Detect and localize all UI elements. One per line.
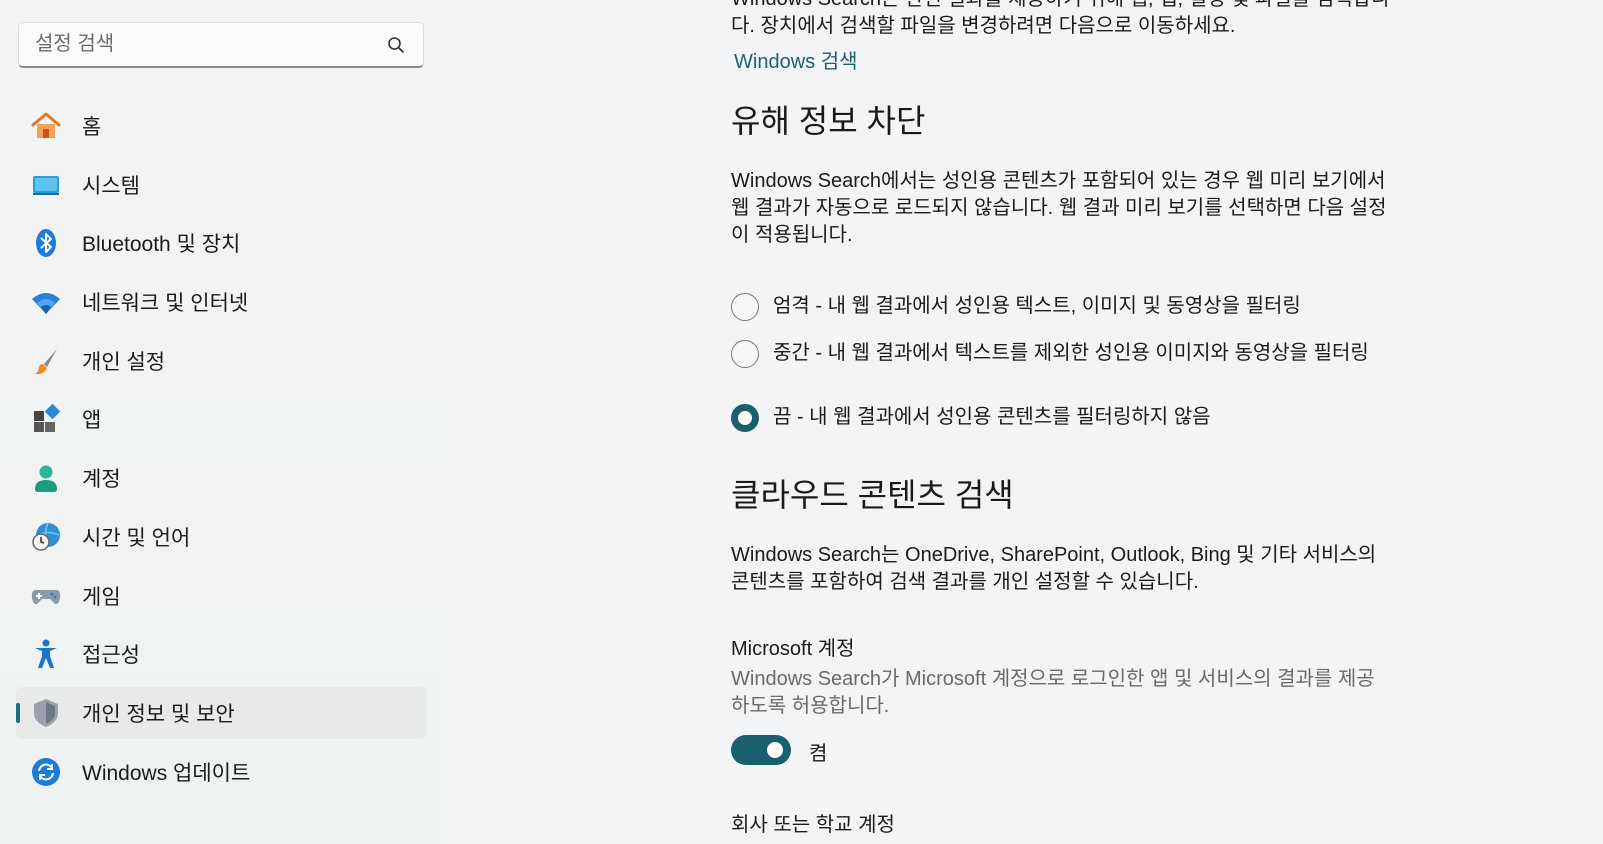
update-icon: [30, 756, 62, 788]
sidebar-item-home[interactable]: 홈: [16, 100, 427, 152]
search-input[interactable]: [19, 32, 383, 57]
safe-search-heading: 유해 정보 차단: [731, 103, 926, 139]
search-icon[interactable]: [383, 32, 409, 58]
account-icon: [30, 462, 62, 494]
toggle-state-label: 켬: [809, 743, 828, 765]
nav-list: 홈 시스템 Bluetooth 및 장치 네트워크 및 인터넷 개인 설정 앱 …: [16, 100, 427, 804]
safe-search-description: Windows Search에서는 성인용 콘텐츠가 포함되어 있는 경우 웹 …: [731, 170, 1387, 246]
sidebar-item-label: 접근성: [82, 644, 140, 668]
sidebar-item-label: 네트워크 및 인터넷: [82, 292, 249, 316]
cloud-search-heading: 클라우드 콘텐츠 검색: [731, 477, 1014, 513]
wifi-icon: [30, 286, 62, 318]
sidebar-item-label: Windows 업데이트: [82, 761, 251, 785]
work-account-title: 회사 또는 학교 계정: [731, 814, 895, 836]
accessibility-icon: [30, 638, 62, 670]
radio-off[interactable]: 끔 - 내 웹 결과에서 성인용 콘텐츠를 필터링하지 않음: [731, 404, 1393, 432]
sidebar-item-system[interactable]: 시스템: [16, 159, 427, 211]
sidebar-item-label: 시스템: [82, 174, 140, 198]
ms-account-title: Microsoft 계정: [731, 638, 855, 660]
sidebar-item-network[interactable]: 네트워크 및 인터넷: [16, 276, 427, 328]
sidebar-item-label: 홈: [82, 116, 102, 139]
sidebar-item-privacy-security[interactable]: 개인 정보 및 보안: [16, 686, 427, 739]
shield-icon: [30, 697, 62, 729]
sidebar-item-label: Bluetooth 및 장치: [82, 233, 241, 257]
radio-button-selected[interactable]: [731, 404, 759, 432]
sidebar-item-label: 게임: [82, 585, 121, 609]
sidebar-item-label: 계정: [82, 468, 121, 492]
radio-label: 엄격 - 내 웹 결과에서 성인용 텍스트, 이미지 및 동영상을 필터링: [773, 295, 1301, 317]
radio-moderate[interactable]: 중간 - 내 웹 결과에서 텍스트를 제외한 성인용 이미지와 동영상을 필터링: [731, 340, 1393, 368]
radio-button[interactable]: [731, 340, 759, 368]
sidebar-item-label: 앱: [82, 409, 102, 433]
time-language-icon: [30, 521, 62, 553]
home-icon: [30, 110, 62, 142]
ms-account-toggle[interactable]: [731, 735, 791, 765]
radio-strict[interactable]: 엄격 - 내 웹 결과에서 성인용 텍스트, 이미지 및 동영상을 필터링: [731, 293, 1393, 321]
system-icon: [30, 169, 62, 201]
sidebar: 홈 시스템 Bluetooth 및 장치 네트워크 및 인터넷 개인 설정: [0, 0, 440, 844]
sidebar-item-accounts[interactable]: 계정: [16, 452, 427, 504]
gamepad-icon: [30, 580, 62, 612]
radio-label: 중간 - 내 웹 결과에서 텍스트를 제외한 성인용 이미지와 동영상을 필터링: [773, 342, 1369, 364]
toggle-knob: [767, 742, 783, 758]
sidebar-item-windows-update[interactable]: Windows 업데이트: [16, 746, 427, 798]
sidebar-item-apps[interactable]: 앱: [16, 393, 427, 445]
sidebar-item-label: 시간 및 언어: [82, 526, 191, 550]
brush-icon: [30, 345, 62, 377]
sidebar-item-personalization[interactable]: 개인 설정: [16, 335, 427, 387]
sidebar-item-bluetooth[interactable]: Bluetooth 및 장치: [16, 217, 427, 269]
apps-icon: [30, 403, 62, 435]
radio-label: 끔 - 내 웹 결과에서 성인용 콘텐츠를 필터링하지 않음: [773, 406, 1211, 428]
intro-text: Windows Search는 관련 결과를 제공하기 위해 웹, 앱, 설정 …: [731, 0, 1389, 37]
ms-account-description: Windows Search가 Microsoft 계정으로 로그인한 앱 및 …: [731, 668, 1375, 717]
settings-search-box[interactable]: [18, 22, 424, 68]
sidebar-item-accessibility[interactable]: 접근성: [16, 628, 427, 680]
radio-button[interactable]: [731, 293, 759, 321]
bluetooth-icon: [30, 227, 62, 259]
sidebar-item-gaming[interactable]: 게임: [16, 570, 427, 622]
sidebar-item-label: 개인 정보 및 보안: [82, 702, 235, 726]
sidebar-item-time-language[interactable]: 시간 및 언어: [16, 511, 427, 563]
sidebar-item-label: 개인 설정: [82, 350, 166, 374]
windows-search-link[interactable]: Windows 검색: [734, 45, 858, 74]
cloud-search-description: Windows Search는 OneDrive, SharePoint, Ou…: [731, 544, 1377, 593]
